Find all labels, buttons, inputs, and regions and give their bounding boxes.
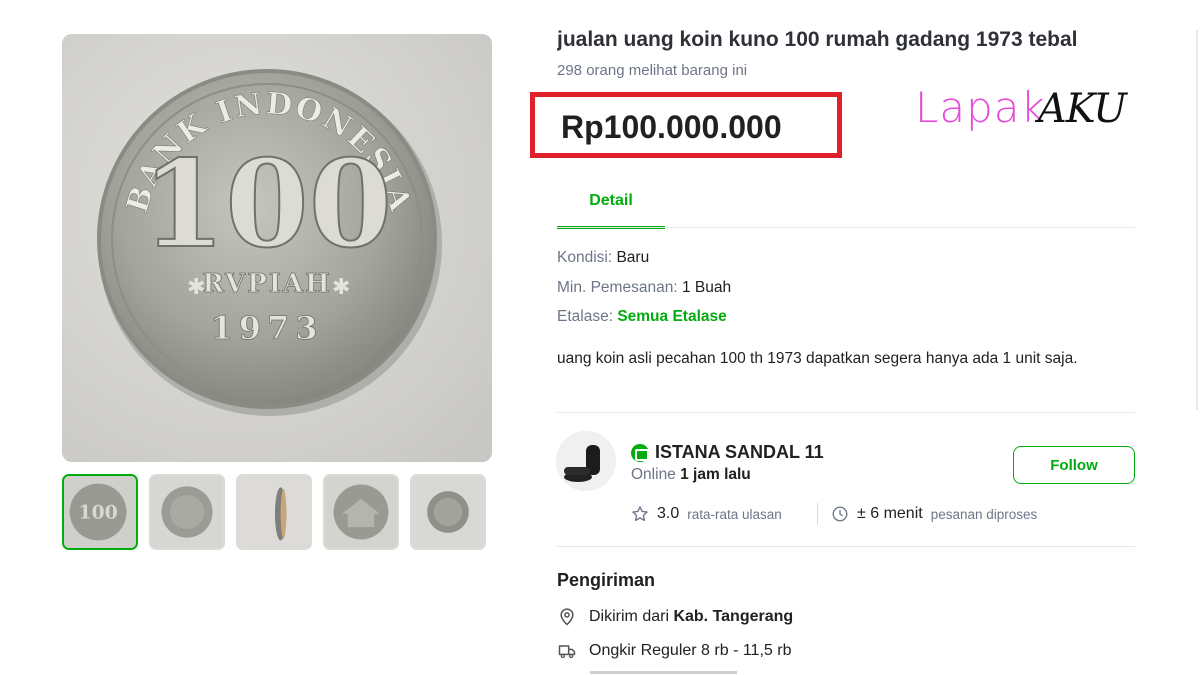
shop-rating: 3.0 rata-rata ulasan [631, 505, 782, 523]
main-product-image[interactable]: BANK INDONESIA 100 RVPIAH 1973 ✱ ✱ [62, 34, 492, 462]
online-value: 1 jam lalu [680, 466, 751, 483]
star-icon [632, 506, 648, 522]
clock-icon [832, 506, 848, 522]
thumbnail-4[interactable] [323, 474, 399, 550]
online-prefix: Online [631, 466, 676, 483]
thumbnail-2[interactable] [149, 474, 225, 550]
product-price: Rp100.000.000 [561, 109, 782, 145]
view-count: 298 orang melihat barang ini [557, 62, 748, 79]
rating-value: 3.0 [657, 505, 680, 522]
shop-name: ISTANA SANDAL 11 [655, 442, 824, 462]
spec-kondisi-value: Baru [616, 249, 650, 266]
tab-detail[interactable]: Detail [557, 184, 665, 229]
watermark-aku: AKU [1037, 86, 1127, 132]
shop-online-status: Online 1 jam lalu [631, 466, 751, 484]
follow-button[interactable]: Follow [1013, 446, 1135, 484]
shipping-origin: Dikirim dari Kab. Tangerang [557, 607, 793, 627]
coin-year: 1973 [210, 309, 323, 347]
divider [557, 412, 1135, 413]
scrollbar-track[interactable] [1196, 30, 1198, 410]
spec-etalase: Etalase: Semua Etalase [557, 308, 727, 326]
price-highlight-box: Rp100.000.000 [530, 92, 842, 158]
shop-process-time: ± 6 menit pesanan diproses [831, 505, 1037, 523]
product-title: jualan uang koin kuno 100 rumah gadang 1… [557, 28, 1078, 51]
spec-kondisi: Kondisi: Baru [557, 249, 649, 267]
spec-min-value: 1 Buah [681, 279, 732, 296]
shipping-title: Pengiriman [557, 570, 656, 590]
coin-unit: RVPIAH [202, 269, 331, 299]
watermark-lapak: Lapak [915, 83, 1046, 132]
svg-text:100: 100 [78, 502, 118, 524]
location-pin-icon [560, 608, 574, 626]
origin-value: Kab. Tangerang [673, 608, 794, 625]
divider [557, 546, 1135, 547]
svg-text:✱: ✱ [332, 275, 350, 300]
product-description: uang koin asli pecahan 100 th 1973 dapat… [557, 350, 1078, 367]
thumbnail-1[interactable]: 100 [62, 474, 138, 550]
thumbnail-5[interactable] [410, 474, 486, 550]
tab-divider [557, 227, 1135, 228]
spec-kondisi-label: Kondisi: [557, 249, 617, 266]
lapakaku-watermark: Lapak AKU [915, 72, 1127, 132]
spec-etalase-label: Etalase: [557, 308, 618, 325]
coin-value: 100 [142, 134, 393, 275]
process-label: pesanan diproses [930, 506, 1038, 522]
origin-prefix: Dikirim dari [589, 608, 669, 625]
stat-divider [817, 503, 818, 525]
spec-min-label: Min. Pemesanan: [557, 279, 682, 296]
spec-min-order: Min. Pemesanan: 1 Buah [557, 279, 731, 297]
power-merchant-badge-icon [631, 443, 649, 462]
process-value: ± 6 menit [857, 505, 923, 522]
shop-avatar[interactable] [556, 431, 616, 491]
shop-name-row[interactable]: ISTANA SANDAL 11 [631, 442, 824, 463]
shipping-cost: Ongkir Reguler 8 rb - 11,5 rb [557, 641, 791, 661]
coin-photo: BANK INDONESIA 100 RVPIAH 1973 ✱ ✱ [62, 34, 492, 462]
svg-text:✱: ✱ [187, 275, 205, 300]
thumbnail-strip: 100 [62, 474, 486, 550]
truck-icon [558, 645, 576, 659]
ongkir-text: Ongkir Reguler 8 rb - 11,5 rb [589, 642, 792, 659]
cutoff-row [557, 668, 757, 675]
rating-label: rata-rata ulasan [687, 506, 782, 522]
thumbnail-3[interactable] [236, 474, 312, 550]
etalase-link[interactable]: Semua Etalase [617, 308, 726, 325]
